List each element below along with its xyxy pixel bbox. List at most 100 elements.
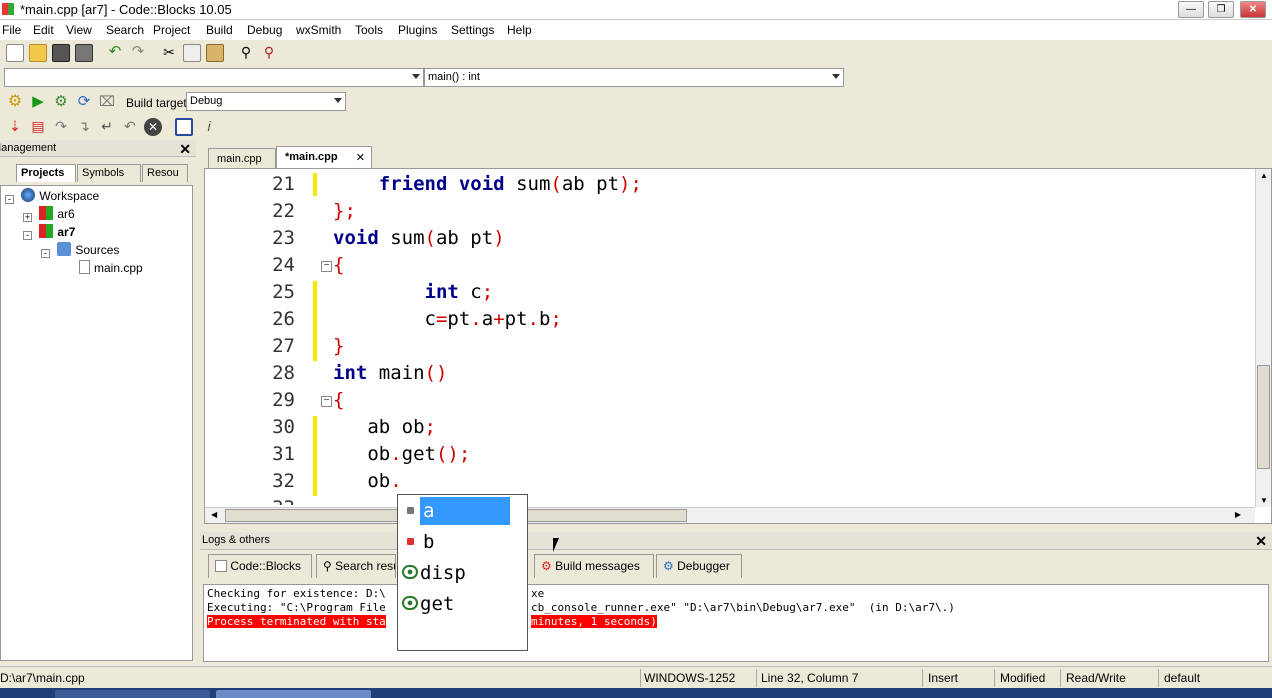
variable-icon	[407, 506, 414, 514]
rebuild-icon[interactable]: ⟳	[75, 93, 93, 111]
status-separator	[994, 669, 995, 687]
scope-combo[interactable]	[4, 68, 424, 87]
vertical-scrollbar[interactable]: ▲ ▼	[1255, 169, 1271, 507]
tab-codeblocks-log[interactable]: Code::Blocks	[208, 554, 312, 578]
menu-build[interactable]: Build	[206, 23, 233, 37]
close-icon[interactable]: ✕	[1255, 533, 1267, 550]
code-line-32: ob.	[333, 470, 402, 492]
tree-folder-sources[interactable]: - Sources	[41, 242, 119, 258]
menu-wxsmith[interactable]: wxSmith	[296, 23, 341, 37]
tab-debugger[interactable]: ⚙ Debugger	[656, 554, 742, 578]
replace-icon[interactable]: ⚲	[260, 44, 278, 62]
save-icon[interactable]	[52, 44, 70, 62]
line-number: 29	[272, 389, 295, 411]
menu-project[interactable]: Project	[153, 23, 190, 37]
scrollbar-thumb[interactable]	[1257, 365, 1270, 469]
private-variable-icon	[407, 537, 414, 545]
tree-file-main[interactable]: main.cpp	[79, 260, 143, 275]
fold-marker-icon[interactable]: −	[321, 261, 332, 272]
info-icon[interactable]: i	[200, 118, 218, 136]
redo-icon[interactable]: ↷	[129, 44, 147, 62]
open-folder-icon[interactable]	[29, 44, 47, 62]
stop-debug-icon[interactable]: ✕	[144, 118, 162, 136]
tab-build-messages[interactable]: ⚙ Build messages	[534, 554, 654, 578]
title-bar: *main.cpp [ar7] - Code::Blocks 10.05 — ❐…	[0, 0, 1272, 20]
next-instruction-icon[interactable]: ↴	[75, 118, 93, 136]
save-all-icon[interactable]	[75, 44, 93, 62]
taskbar-button[interactable]	[55, 690, 210, 698]
build-run-icon[interactable]: ⚙	[52, 93, 70, 111]
build-target-select[interactable]: Debug	[186, 92, 346, 111]
cut-icon[interactable]: ✂	[160, 44, 178, 62]
tab-symbols[interactable]: Symbols	[77, 164, 141, 182]
collapse-icon[interactable]: -	[23, 231, 32, 240]
tree-workspace[interactable]: - Workspace	[5, 188, 99, 204]
menu-edit[interactable]: Edit	[33, 23, 54, 37]
menu-file[interactable]: File	[2, 23, 21, 37]
autocomplete-item-b[interactable]: b	[402, 528, 524, 556]
fold-marker-icon[interactable]: −	[321, 396, 332, 407]
new-file-icon[interactable]	[6, 44, 24, 62]
copy-icon[interactable]	[183, 44, 201, 62]
collapse-icon[interactable]: -	[41, 249, 50, 258]
code-line-24: {	[333, 254, 345, 276]
tab-search-results[interactable]: ⚲ Search resu	[316, 554, 396, 578]
autocomplete-item-a[interactable]: a	[402, 497, 524, 525]
build-gear-icon[interactable]: ⚙	[6, 93, 24, 111]
menu-tools[interactable]: Tools	[355, 23, 383, 37]
close-icon[interactable]: ✕	[179, 141, 191, 158]
status-mode: Insert	[928, 671, 959, 685]
tree-project-ar6[interactable]: + ar6	[23, 206, 75, 222]
management-panel: Management ✕ Projects Symbols Resou - Wo…	[0, 140, 196, 662]
maximize-button[interactable]: ❐	[1208, 1, 1234, 18]
menu-search[interactable]: Search	[106, 23, 144, 37]
scroll-down-icon[interactable]: ▼	[1260, 496, 1268, 505]
code-editor[interactable]: 21 22 23 24 25 26 27 28 29 30 31 32 33 −…	[204, 168, 1272, 524]
menu-plugins[interactable]: Plugins	[398, 23, 437, 37]
tab-search-label: Search resu	[335, 559, 396, 573]
step-into-icon[interactable]: ↵	[98, 118, 116, 136]
debug-start-icon[interactable]: ⇣	[6, 118, 24, 136]
tab-close-icon[interactable]: ✕	[356, 151, 365, 164]
project-icon	[39, 206, 54, 220]
horizontal-scrollbar[interactable]: ◀ ▶	[205, 507, 1255, 523]
abort-icon[interactable]: ⌧	[98, 93, 116, 111]
tab-projects[interactable]: Projects	[16, 164, 76, 182]
log-line: Checking for existence: D:\	[207, 587, 386, 600]
next-line-icon[interactable]: ↷	[52, 118, 70, 136]
run-to-cursor-icon[interactable]: ▤	[29, 118, 47, 136]
taskbar-button[interactable]	[216, 690, 371, 698]
menu-debug[interactable]: Debug	[247, 23, 282, 37]
find-icon[interactable]: ⚲	[237, 44, 255, 62]
run-icon[interactable]: ▶	[29, 93, 47, 111]
tree-project-ar7[interactable]: - ar7	[23, 224, 75, 240]
function-icon: ●	[402, 596, 418, 610]
paste-icon[interactable]	[206, 44, 224, 62]
status-separator	[756, 669, 757, 687]
line-number: 24	[272, 254, 295, 276]
undo-icon[interactable]: ↶	[106, 44, 124, 62]
change-bar	[313, 173, 317, 196]
minimize-button[interactable]: —	[1178, 1, 1204, 18]
tab-main-cpp[interactable]: main.cpp	[208, 148, 276, 168]
expand-icon[interactable]: +	[23, 213, 32, 222]
function-combo[interactable]: main() : int	[424, 68, 844, 87]
scroll-right-icon[interactable]: ▶	[1235, 510, 1241, 519]
status-bar: D:\ar7\main.cpp WINDOWS-1252 Line 32, Co…	[0, 666, 1272, 688]
autocomplete-item-get[interactable]: ● get	[402, 590, 524, 618]
log-line: Executing: "C:\Program File	[207, 601, 386, 614]
tab-main-cpp-modified[interactable]: *main.cpp ✕	[276, 146, 372, 168]
tab-build-label: Build messages	[555, 559, 640, 573]
menu-view[interactable]: View	[66, 23, 92, 37]
tab-resources[interactable]: Resou	[142, 164, 188, 182]
line-number: 27	[272, 335, 295, 357]
menu-help[interactable]: Help	[507, 23, 532, 37]
menu-settings[interactable]: Settings	[451, 23, 494, 37]
collapse-icon[interactable]: -	[5, 195, 14, 204]
close-button[interactable]: ✕	[1240, 1, 1266, 18]
step-out-icon[interactable]: ↶	[121, 118, 139, 136]
autocomplete-item-disp[interactable]: ● disp	[402, 559, 524, 587]
debug-windows-icon[interactable]	[175, 118, 193, 136]
scroll-up-icon[interactable]: ▲	[1260, 171, 1268, 180]
scroll-left-icon[interactable]: ◀	[211, 510, 217, 519]
